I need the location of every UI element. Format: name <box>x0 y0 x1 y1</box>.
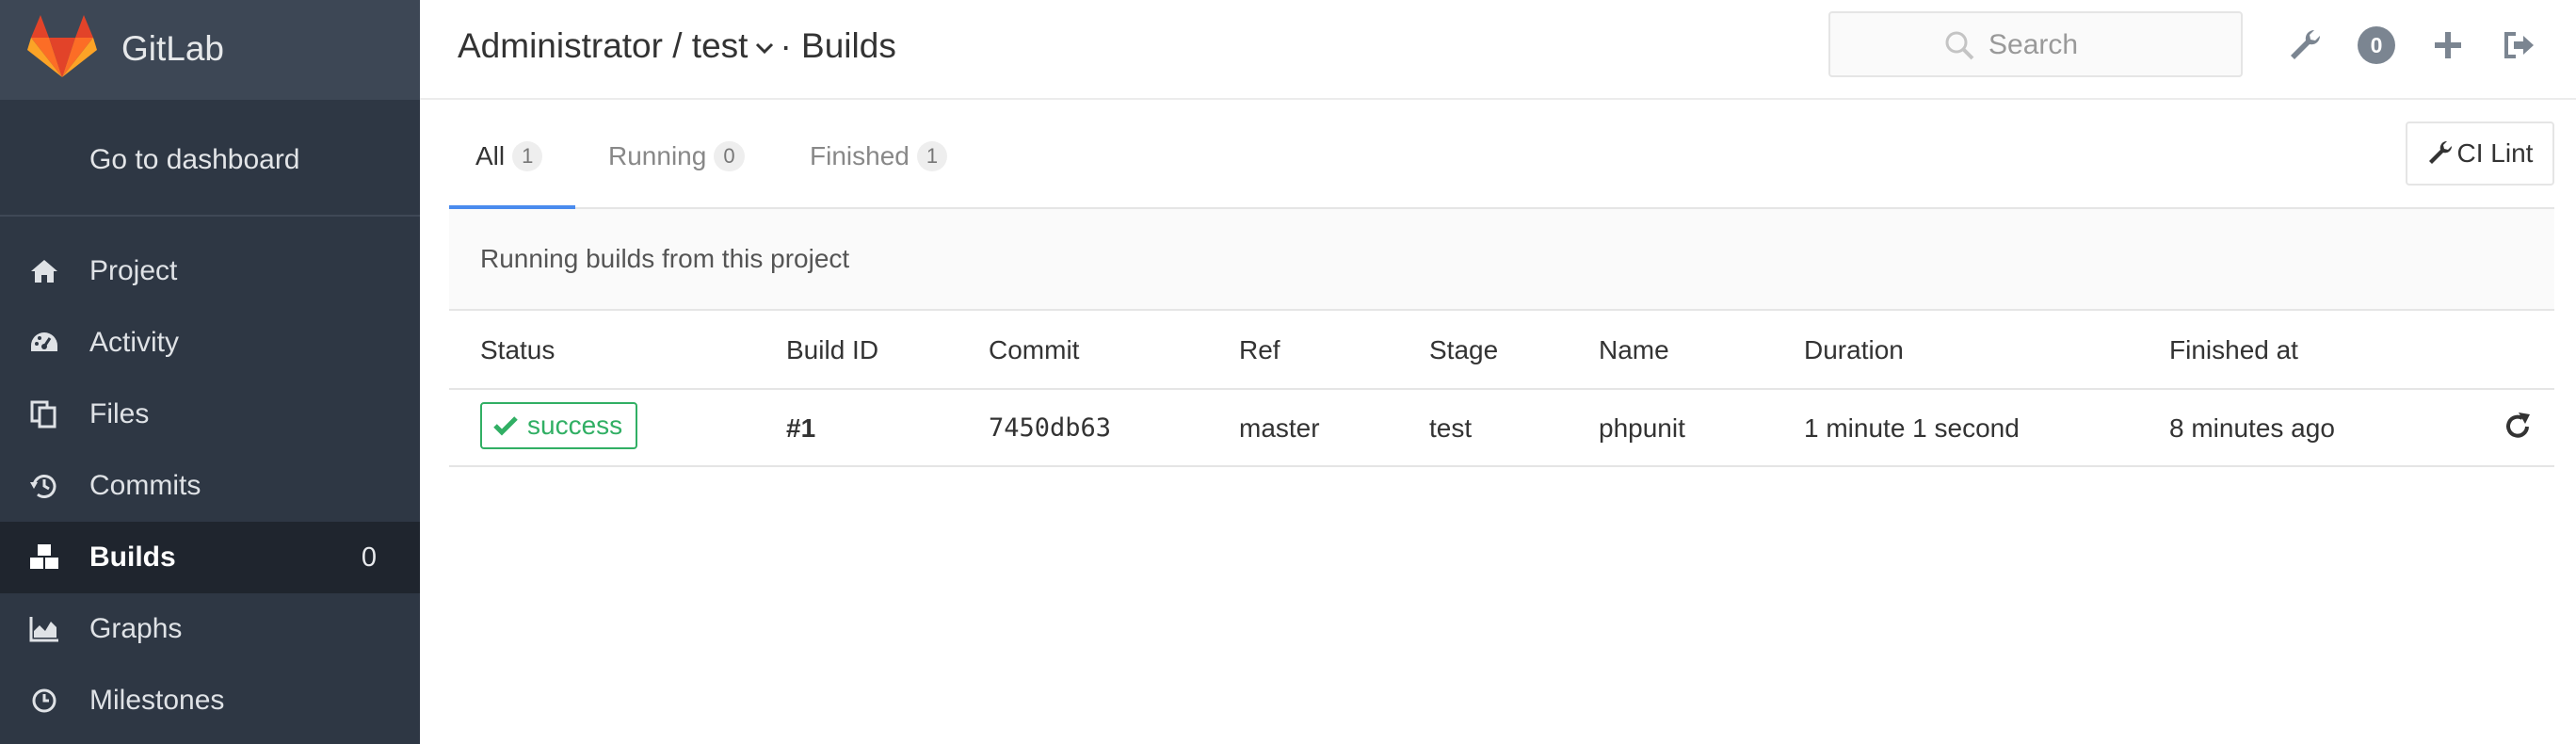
commit-sha-link[interactable]: 7450db63 <box>989 410 1111 447</box>
builds-tabs: All 1 Running 0 Finished 1 CI Lint <box>449 100 2554 209</box>
search-icon <box>1945 31 1974 60</box>
column-header: Name <box>1599 335 1669 364</box>
builds-table: Status Build ID Commit Ref Stage Name Du… <box>449 311 2554 467</box>
status-text: success <box>527 411 623 440</box>
admin-wrench-icon[interactable] <box>2286 26 2324 64</box>
column-header: Stage <box>1429 335 1499 364</box>
check-icon <box>493 416 518 436</box>
breadcrumb-page: · Builds <box>780 26 896 65</box>
column-header: Build ID <box>786 335 879 364</box>
area-chart-icon <box>29 617 58 642</box>
wrench-icon <box>2428 140 2452 164</box>
tab-count: 0 <box>714 141 745 171</box>
sidebar-item-files[interactable]: Files <box>0 379 420 450</box>
dashboard-icon <box>31 332 57 351</box>
tab-running[interactable]: Running 0 <box>608 137 745 175</box>
ci-lint-label: CI Lint <box>2456 138 2534 168</box>
sidebar-item-graphs[interactable]: Graphs <box>0 593 420 665</box>
history-icon <box>30 475 56 498</box>
clock-icon <box>32 688 56 713</box>
duration-cell: 1 minute 1 second <box>1804 413 2020 443</box>
sidebar-item-activity[interactable]: Activity <box>0 307 420 379</box>
ci-lint-button[interactable]: CI Lint <box>2406 121 2554 186</box>
sidebar-nav: Project Activity Files Commits Builds 0 … <box>0 235 420 736</box>
column-header: Ref <box>1239 335 1280 364</box>
info-text: Running builds from this project <box>480 244 850 273</box>
brand-bar[interactable]: GitLab <box>0 0 420 100</box>
sidebar-item-label: Commits <box>89 470 201 501</box>
tab-label: All <box>475 141 506 170</box>
go-to-dashboard-link[interactable]: Go to dashboard <box>0 100 420 217</box>
retry-icon[interactable] <box>2502 411 2534 443</box>
breadcrumb: Administrator / test · Builds <box>458 23 896 70</box>
search-placeholder: Search <box>1988 29 2079 60</box>
tab-finished[interactable]: Finished 1 <box>810 137 948 175</box>
tab-label: Finished <box>810 141 910 170</box>
tab-all[interactable]: All 1 <box>475 137 543 175</box>
table-row: success #1 7450db63 master test phpunit … <box>449 390 2554 467</box>
sidebar-item-label: Activity <box>89 327 180 358</box>
chevron-down-icon[interactable] <box>753 39 776 57</box>
gitlab-logo-icon <box>27 15 97 77</box>
builds-count: 0 <box>361 542 377 573</box>
ref-link[interactable]: master <box>1239 410 1320 447</box>
top-header: Administrator / test · Builds Search 0 <box>420 0 2576 100</box>
status-badge[interactable]: success <box>480 402 638 449</box>
breadcrumb-project[interactable]: Administrator / test <box>458 26 748 65</box>
todos-count-badge[interactable]: 0 <box>2358 26 2395 64</box>
search-input[interactable]: Search <box>1828 11 2243 77</box>
tab-count: 1 <box>512 141 543 171</box>
sidebar-item-project[interactable]: Project <box>0 235 420 307</box>
files-icon <box>30 400 56 429</box>
cubes-icon <box>30 544 58 569</box>
plus-icon[interactable] <box>2429 26 2467 64</box>
sign-out-icon[interactable] <box>2501 26 2538 64</box>
name-cell: phpunit <box>1599 413 1685 443</box>
tab-count: 1 <box>916 141 948 171</box>
finished-at-cell: 8 minutes ago <box>2169 413 2335 443</box>
sidebar-item-label: Files <box>89 398 150 429</box>
sidebar-item-label: Milestones <box>89 685 225 716</box>
home-icon <box>31 260 57 283</box>
brand-name: GitLab <box>121 29 225 68</box>
stage-cell: test <box>1429 413 1473 443</box>
sidebar-item-label: Project <box>89 255 178 286</box>
column-header: Status <box>480 335 555 364</box>
sidebar-item-milestones[interactable]: Milestones <box>0 665 420 736</box>
go-to-dashboard-label: Go to dashboard <box>89 144 300 175</box>
table-header: Status Build ID Commit Ref Stage Name Du… <box>449 311 2554 390</box>
column-header: Finished at <box>2169 335 2298 364</box>
info-bar: Running builds from this project <box>449 209 2554 311</box>
build-id-link[interactable]: #1 <box>786 410 815 447</box>
column-header: Duration <box>1804 335 1904 364</box>
sidebar-item-commits[interactable]: Commits <box>0 450 420 522</box>
sidebar-item-label: Builds <box>89 542 176 573</box>
sidebar-item-builds[interactable]: Builds 0 <box>0 522 420 593</box>
sidebar: GitLab Go to dashboard Project Activity <box>0 0 420 744</box>
column-header: Commit <box>989 335 1080 364</box>
tab-label: Running <box>608 141 707 170</box>
sidebar-item-label: Graphs <box>89 613 183 644</box>
